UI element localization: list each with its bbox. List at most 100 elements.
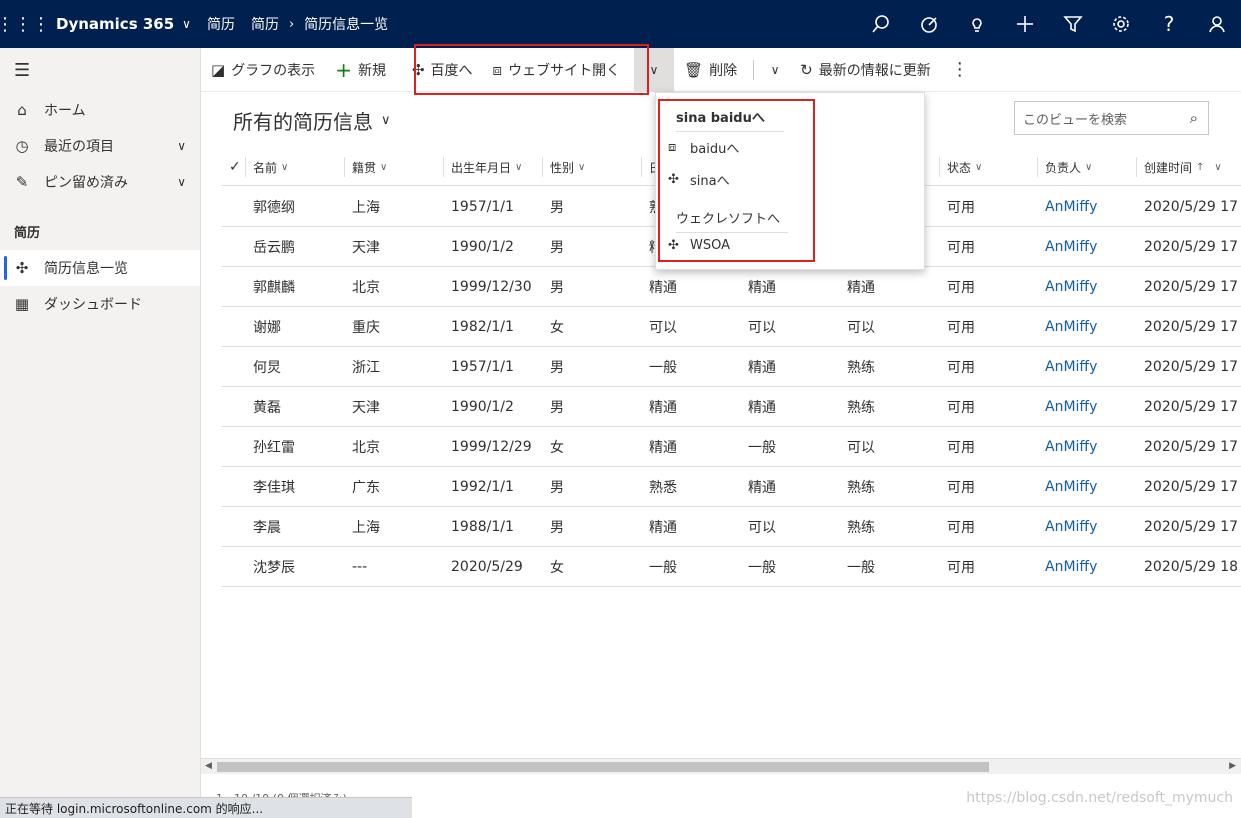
chevron-down-icon[interactable]: ∨ — [177, 139, 186, 153]
gear-icon[interactable] — [1097, 0, 1145, 48]
cell-name[interactable]: 李佳琪 — [253, 467, 348, 507]
sidebar-item-label: 最近の項目 — [44, 139, 114, 155]
cell-name[interactable]: 黄磊 — [253, 387, 348, 427]
cell-owner[interactable]: AnMiffy — [1045, 547, 1140, 587]
scroll-right-icon[interactable]: ▶ — [1229, 761, 1236, 771]
chart-icon: ◪ — [211, 60, 226, 79]
cell-status: 可用 — [947, 320, 975, 336]
cell-owner[interactable]: AnMiffy — [1045, 387, 1140, 427]
cell-owner[interactable]: AnMiffy — [1045, 307, 1140, 347]
column-header-origin[interactable]: 籍贯 ∨ — [344, 148, 388, 186]
app-title[interactable]: Dynamics 365 — [56, 15, 174, 33]
cell-owner[interactable]: AnMiffy — [1045, 267, 1140, 307]
cell-created: 2020/5/29 17: — [1144, 399, 1239, 415]
delete-button[interactable]: 🗑 削除 — [674, 48, 747, 92]
cell-name[interactable]: 李晨 — [253, 507, 348, 547]
cell-name[interactable]: 岳云鹏 — [253, 227, 348, 267]
clock-icon: ◷ — [15, 137, 29, 155]
chevron-down-icon[interactable]: ∨ — [177, 175, 186, 189]
sidebar-item-dashboard[interactable]: ▦ ダッシュボード — [0, 286, 200, 322]
cell-birthdate: 1957/1/1 — [451, 199, 514, 215]
cell-gender: 女 — [550, 560, 564, 576]
column-header-birthdate[interactable]: 出生年月日 ∨ — [443, 148, 522, 186]
table-row[interactable]: 黄磊 天津 1990/1/2 男 精通 精通 熟练 可用 AnMiffy 2020/5/29 17… — [221, 387, 1241, 427]
cell-owner[interactable]: AnMiffy — [1045, 507, 1140, 547]
plus-icon[interactable] — [1001, 0, 1049, 48]
cell-origin: 天津 — [352, 240, 380, 256]
cell-skill2: 精通 — [748, 480, 776, 496]
cell-name[interactable]: 沈梦辰 — [253, 547, 348, 587]
cell-skill3: 熟练 — [847, 520, 875, 536]
cell-name[interactable]: 何炅 — [253, 347, 348, 387]
chevron-down-icon: ∨ — [380, 161, 388, 173]
sidebar-item-home[interactable]: ⌂ ホーム — [0, 92, 200, 128]
show-chart-button[interactable]: ◪ グラフの表示 — [201, 48, 325, 92]
column-label: 籍贯 — [352, 160, 377, 175]
sidebar-item-pinned[interactable]: ✎ ピン留め済み ∨ — [0, 164, 200, 200]
user-icon[interactable] — [1193, 0, 1241, 48]
cell-name[interactable]: 郭麒麟 — [253, 267, 348, 307]
search-icon[interactable] — [857, 0, 905, 48]
plus-icon: + — [335, 57, 352, 82]
cell-skill2: 一般 — [748, 560, 776, 576]
view-selector[interactable]: 所有的简历信息 ∨ — [233, 106, 391, 135]
target-icon[interactable] — [905, 0, 953, 48]
cell-created: 2020/5/29 17: — [1144, 199, 1239, 215]
select-all-checkmark-icon[interactable]: ✓ — [229, 148, 241, 186]
chevron-down-icon[interactable]: ∨ — [182, 17, 191, 31]
table-row[interactable]: 何炅 浙江 1957/1/1 男 一般 精通 熟练 可用 AnMiffy 2020/5/29 17… — [221, 347, 1241, 387]
chevron-right-icon: › — [288, 16, 295, 32]
app-launcher-icon[interactable]: ⋮⋮⋮ — [0, 0, 50, 48]
table-row[interactable]: 李佳琪 广东 1992/1/1 男 熟悉 精通 熟练 可用 AnMiffy 2020/5/29 1… — [221, 467, 1241, 507]
column-header-gender[interactable]: 性别 ∨ — [542, 148, 585, 186]
cell-name[interactable]: 谢娜 — [253, 307, 348, 347]
puzzle-icon: ✣ — [15, 259, 29, 277]
column-header-created[interactable]: 创建时间 ↑ ∨ — [1136, 148, 1222, 186]
column-header-owner[interactable]: 负责人 ∨ — [1037, 148, 1093, 186]
scroll-left-icon[interactable]: ◀ — [205, 761, 212, 771]
hamburger-menu-icon[interactable]: ☰ — [0, 48, 200, 92]
table-row[interactable]: 李晨 上海 1988/1/1 男 精通 可以 熟练 可用 AnMiffy 2020/5/29 17… — [221, 507, 1241, 547]
cell-status: 可用 — [947, 360, 975, 376]
cell-created: 2020/5/29 17: — [1144, 319, 1239, 335]
cell-created: 2020/5/29 17: — [1144, 239, 1239, 255]
refresh-button[interactable]: ↻ 最新の情報に更新 — [790, 48, 941, 92]
table-row[interactable]: 沈梦辰 --- 2020/5/29 女 一般 一般 一般 可用 AnMiffy 2020/5/29… — [221, 547, 1241, 587]
help-icon[interactable]: ? — [1145, 0, 1193, 48]
overflow-menu-icon[interactable]: ⋮ — [941, 48, 979, 92]
top-navigation-bar: ⋮⋮⋮ Dynamics 365 ∨ 简历 简历 › 简历信息一览 ? — [0, 0, 1241, 48]
search-icon[interactable]: ⌕ — [1190, 109, 1198, 127]
new-button[interactable]: + 新規 — [325, 48, 396, 92]
cell-skill3: 可以 — [847, 440, 875, 456]
cell-origin: 重庆 — [352, 320, 380, 336]
cell-gender: 男 — [550, 400, 564, 416]
cell-status: 可用 — [947, 400, 975, 416]
breadcrumb-item[interactable]: 简历 — [251, 14, 279, 34]
cell-gender: 男 — [550, 240, 564, 256]
breadcrumb-item: 简历信息一览 — [304, 17, 389, 33]
horizontal-scrollbar[interactable]: ◀ ▶ — [201, 758, 1241, 774]
cell-name[interactable]: 郭德纲 — [253, 187, 348, 227]
filter-icon[interactable] — [1049, 0, 1097, 48]
lightbulb-icon[interactable] — [953, 0, 1001, 48]
refresh-icon: ↻ — [800, 60, 813, 79]
column-header-name[interactable]: 名前 ∨ — [245, 148, 288, 186]
sidebar-item-resume-list[interactable]: ✣ 简历信息一览 — [0, 250, 200, 286]
scrollbar-thumb[interactable] — [217, 762, 989, 772]
view-search-input[interactable]: このビューを検索 ⌕ — [1014, 101, 1209, 135]
chevron-down-icon: ∨ — [1085, 161, 1093, 173]
cell-owner[interactable]: AnMiffy — [1045, 227, 1140, 267]
column-header-status[interactable]: 状态 ∨ — [939, 148, 982, 186]
cell-owner[interactable]: AnMiffy — [1045, 427, 1140, 467]
cell-owner[interactable]: AnMiffy — [1045, 187, 1140, 227]
cell-name[interactable]: 孙红雷 — [253, 427, 348, 467]
table-row[interactable]: 郭麒麟 北京 1999/12/30 男 精通 精通 精通 可用 AnMiffy 2020/5/29… — [221, 267, 1241, 307]
cell-skill3: 熟练 — [847, 480, 875, 496]
cell-owner[interactable]: AnMiffy — [1045, 347, 1140, 387]
sidebar-item-recent[interactable]: ◷ 最近の項目 ∨ — [0, 128, 200, 164]
cell-owner[interactable]: AnMiffy — [1045, 467, 1140, 507]
cell-birthdate: 1982/1/1 — [451, 319, 514, 335]
table-row[interactable]: 谢娜 重庆 1982/1/1 女 可以 可以 可以 可用 AnMiffy 2020/5/29 17… — [221, 307, 1241, 347]
delete-options-chevron[interactable]: ∨ — [760, 48, 790, 92]
table-row[interactable]: 孙红雷 北京 1999/12/29 女 精通 一般 可以 可用 AnMiffy 2020/5/29… — [221, 427, 1241, 467]
